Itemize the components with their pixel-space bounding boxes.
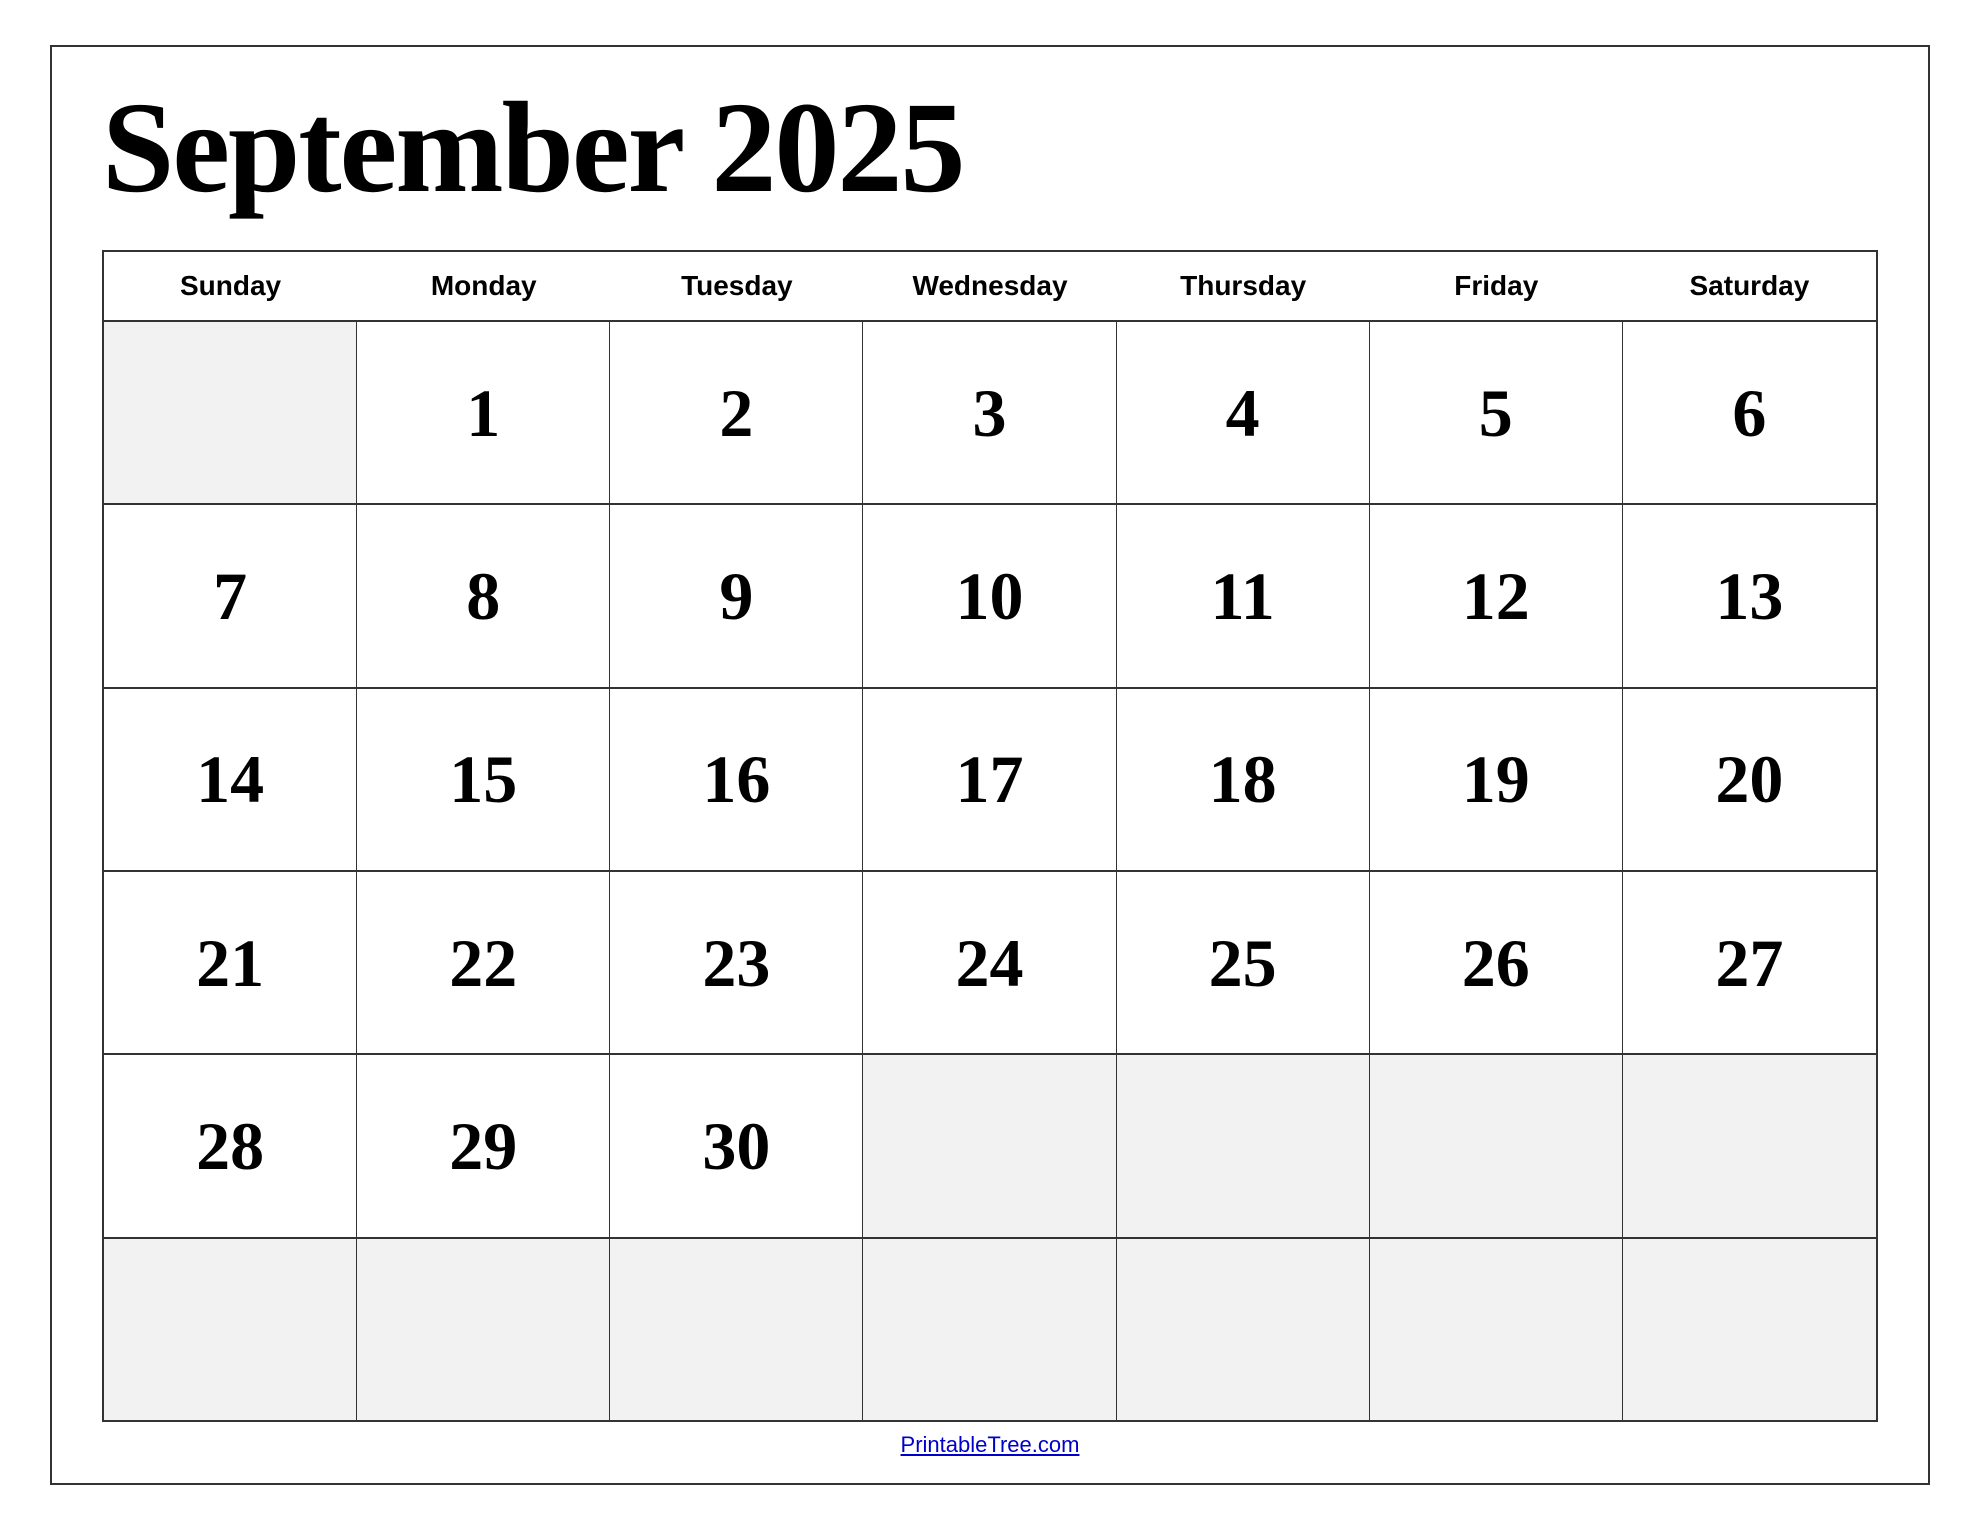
day-number-23: 23 xyxy=(630,887,842,1038)
week-row-6 xyxy=(104,1237,1876,1420)
day-cell-3-6: 27 xyxy=(1623,872,1876,1053)
day-header-monday: Monday xyxy=(357,262,610,310)
day-number-7: 7 xyxy=(124,520,336,671)
day-header-sunday: Sunday xyxy=(104,262,357,310)
day-cell-5-4 xyxy=(1117,1239,1370,1420)
day-cell-1-2: 9 xyxy=(610,505,863,686)
day-cell-2-5: 19 xyxy=(1370,689,1623,870)
day-number-18: 18 xyxy=(1137,704,1349,855)
day-cell-1-3: 10 xyxy=(863,505,1116,686)
day-number-30: 30 xyxy=(630,1070,842,1221)
day-number-19: 19 xyxy=(1390,704,1602,855)
day-cell-5-3 xyxy=(863,1239,1116,1420)
day-cell-2-0: 14 xyxy=(104,689,357,870)
day-cell-4-2: 30 xyxy=(610,1055,863,1236)
day-number-1: 1 xyxy=(377,337,589,488)
day-number-9: 9 xyxy=(630,520,842,671)
day-cell-0-1: 1 xyxy=(357,322,610,503)
week-row-5: 28 29 30 xyxy=(104,1053,1876,1236)
day-number-25: 25 xyxy=(1137,887,1349,1038)
day-cell-4-4 xyxy=(1117,1055,1370,1236)
day-number-5: 5 xyxy=(1390,337,1602,488)
day-cell-2-1: 15 xyxy=(357,689,610,870)
day-cell-1-4: 11 xyxy=(1117,505,1370,686)
day-header-friday: Friday xyxy=(1370,262,1623,310)
day-number-4: 4 xyxy=(1137,337,1349,488)
day-header-tuesday: Tuesday xyxy=(610,262,863,310)
day-number-29: 29 xyxy=(377,1070,589,1221)
day-cell-4-6 xyxy=(1623,1055,1876,1236)
day-number-20: 20 xyxy=(1643,704,1856,855)
day-cell-5-6 xyxy=(1623,1239,1876,1420)
day-header-thursday: Thursday xyxy=(1117,262,1370,310)
day-cell-0-5: 5 xyxy=(1370,322,1623,503)
day-cell-4-1: 29 xyxy=(357,1055,610,1236)
day-cell-0-2: 2 xyxy=(610,322,863,503)
footer-link[interactable]: PrintableTree.com xyxy=(901,1432,1080,1457)
day-number-2: 2 xyxy=(630,337,842,488)
day-number-11: 11 xyxy=(1137,520,1349,671)
day-cell-2-6: 20 xyxy=(1623,689,1876,870)
day-cell-1-6: 13 xyxy=(1623,505,1876,686)
day-cell-0-4: 4 xyxy=(1117,322,1370,503)
day-number-8: 8 xyxy=(377,520,589,671)
day-cell-5-2 xyxy=(610,1239,863,1420)
calendar-weeks: 1234567891011121314151617181920212223242… xyxy=(104,320,1876,1420)
day-number-22: 22 xyxy=(377,887,589,1038)
calendar-container: September 2025 SundayMondayTuesdayWednes… xyxy=(50,45,1930,1485)
week-row-1: 123456 xyxy=(104,320,1876,503)
day-number-3: 3 xyxy=(883,337,1095,488)
day-cell-5-0 xyxy=(104,1239,357,1420)
calendar-grid: SundayMondayTuesdayWednesdayThursdayFrid… xyxy=(102,250,1878,1422)
day-number-21: 21 xyxy=(124,887,336,1038)
day-cell-0-3: 3 xyxy=(863,322,1116,503)
day-cell-4-0: 28 xyxy=(104,1055,357,1236)
day-number-12: 12 xyxy=(1390,520,1602,671)
day-cell-2-3: 17 xyxy=(863,689,1116,870)
day-header-saturday: Saturday xyxy=(1623,262,1876,310)
day-number-15: 15 xyxy=(377,704,589,855)
day-number-13: 13 xyxy=(1643,520,1856,671)
day-cell-0-0 xyxy=(104,322,357,503)
day-cell-5-1 xyxy=(357,1239,610,1420)
day-cell-4-5 xyxy=(1370,1055,1623,1236)
day-cell-3-3: 24 xyxy=(863,872,1116,1053)
day-cell-1-5: 12 xyxy=(1370,505,1623,686)
day-cell-0-6: 6 xyxy=(1623,322,1876,503)
day-number-14: 14 xyxy=(124,704,336,855)
day-header-wednesday: Wednesday xyxy=(863,262,1116,310)
day-number-16: 16 xyxy=(630,704,842,855)
day-cell-1-0: 7 xyxy=(104,505,357,686)
footer: PrintableTree.com xyxy=(102,1422,1878,1463)
day-number-17: 17 xyxy=(883,704,1095,855)
day-cell-3-5: 26 xyxy=(1370,872,1623,1053)
week-row-2: 789 10 11 12 13 xyxy=(104,503,1876,686)
calendar-title: September 2025 xyxy=(102,77,1878,220)
day-number-10: 10 xyxy=(883,520,1095,671)
day-cell-4-3 xyxy=(863,1055,1116,1236)
day-cell-5-5 xyxy=(1370,1239,1623,1420)
day-number-26: 26 xyxy=(1390,887,1602,1038)
week-row-4: 21 22 23 24 25 26 27 xyxy=(104,870,1876,1053)
day-cell-3-2: 23 xyxy=(610,872,863,1053)
day-number-28: 28 xyxy=(124,1070,336,1221)
day-headers-row: SundayMondayTuesdayWednesdayThursdayFrid… xyxy=(104,252,1876,320)
day-number-24: 24 xyxy=(883,887,1095,1038)
day-number-27: 27 xyxy=(1643,887,1856,1038)
day-cell-2-4: 18 xyxy=(1117,689,1370,870)
day-cell-3-0: 21 xyxy=(104,872,357,1053)
day-number-6: 6 xyxy=(1643,337,1856,488)
day-cell-1-1: 8 xyxy=(357,505,610,686)
week-row-3: 14 15 16 17 18 19 20 xyxy=(104,687,1876,870)
day-cell-3-4: 25 xyxy=(1117,872,1370,1053)
day-cell-3-1: 22 xyxy=(357,872,610,1053)
day-cell-2-2: 16 xyxy=(610,689,863,870)
